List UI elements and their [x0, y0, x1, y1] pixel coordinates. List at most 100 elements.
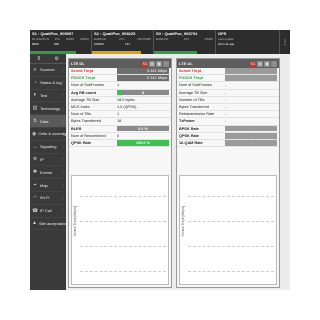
signal-bar — [154, 51, 197, 54]
metric-value: - — [225, 140, 277, 146]
item-menu-icon[interactable]: ⋮ — [61, 170, 65, 175]
metric-row: 16-QAM Rate - — [177, 140, 279, 148]
item-menu-icon[interactable]: ⋮ — [61, 131, 65, 136]
metric-row: Average TB Size 18.0 bytes — [69, 97, 171, 104]
sidebar-item-status-log[interactable]: ◔ Status & log ⋮ — [30, 77, 66, 90]
sidebar-item-cells-coverage[interactable]: ◉ Cells & coverage ⋮ — [30, 128, 69, 141]
session-badge[interactable]: S1 — [250, 60, 256, 67]
grid-line — [188, 271, 274, 272]
metric-label: Number of TBs — [179, 97, 205, 102]
sidebar-item-map[interactable]: ⌖ Map ⋮ — [30, 179, 66, 192]
metric-label: PUSCH Thrpt — [179, 76, 204, 81]
app-window: S1 : QualiPoc_905997 DL EARFCN PCI RSRP … — [30, 30, 290, 290]
chart-icon[interactable]: ▤ — [149, 60, 155, 67]
metric-row: Bytes Transferred 18 — [69, 118, 171, 126]
metric-label: Avg RB count — [71, 90, 96, 95]
cells-icon: ◉ — [32, 130, 37, 137]
session-s1-cell[interactable]: S1 : QualiPoc_905997 DL EARFCN PCI RSRP … — [30, 30, 92, 54]
metric-label: Average TB Size — [71, 97, 100, 102]
sidebar-item-label: IP Call — [40, 208, 52, 214]
panel-header: LTE DL S1 ▤ ▦ ⋮ — [69, 59, 171, 68]
item-menu-icon[interactable]: ⋮ — [61, 119, 65, 124]
table-icon[interactable]: ▦ — [156, 60, 162, 67]
value-label: 8300 — [32, 42, 39, 46]
item-menu-icon[interactable]: ⋮ — [61, 67, 65, 72]
sidebar-item-site-acceptance[interactable]: ▲ Site acceptance ⋮ — [30, 218, 67, 231]
metric-label: Sched Thrpt — [71, 69, 94, 74]
metric-label: Bytes Transferred — [71, 119, 101, 124]
gps-line: Last update — [218, 37, 277, 41]
metric-value-text: 100.0 % — [136, 140, 150, 145]
ipcall-icon: ☎ — [32, 207, 39, 214]
metric-label: Bytes Transferred — [179, 105, 209, 110]
metric-row: Avg RB count 8 — [69, 89, 171, 97]
sidebar-item-scanner[interactable]: ≡ Scanner ⋮ — [30, 64, 66, 77]
more-menu-icon[interactable]: ⋮ — [280, 30, 290, 54]
data-icon: ⇅ — [32, 118, 38, 125]
metric-value: - — [225, 97, 227, 102]
session-values: 8300 408 — [32, 42, 89, 46]
table-icon[interactable]: ▦ — [264, 60, 270, 67]
metric-value: 18 — [117, 119, 122, 124]
metric-row: QPSK Rate - — [177, 132, 279, 140]
throughput-chart: Sched Thrpt [Mbps] — [179, 175, 277, 285]
header-label: EARFCN — [94, 37, 107, 41]
metric-label: Retransmission Rate — [179, 112, 215, 117]
sidebar-item-ip[interactable]: ⊕ IP ⋮ — [30, 154, 66, 167]
session-headers: EARFCN PCI RSRP — [156, 37, 213, 41]
session-title: S1 : QualiPoc_905997 — [32, 31, 74, 36]
session-title: S3 : QualiPoc_906704 — [156, 31, 198, 36]
item-menu-icon[interactable]: ⋮ — [61, 208, 65, 213]
sidebar-item-data[interactable]: ⇅ Data ⋮ — [30, 115, 66, 128]
status-icon: ◔ — [33, 79, 37, 86]
item-menu-icon[interactable]: ⋮ — [61, 144, 65, 149]
sidebar-item-label: Status & log — [40, 80, 62, 86]
item-menu-icon[interactable]: ⋮ — [61, 93, 65, 98]
events-icon: ✱ — [32, 169, 38, 176]
session-badge[interactable]: S1 — [142, 60, 148, 67]
chart-icon[interactable]: ▤ — [257, 60, 263, 67]
item-menu-icon[interactable]: ⋮ — [61, 183, 65, 188]
sidebar-item-ip-call[interactable]: ☎ IP Call ⋮ — [30, 205, 66, 218]
item-menu-icon[interactable]: ⋮ — [61, 157, 65, 162]
test-icon: ⏵ — [33, 92, 37, 99]
metric-label: Sched Thrpt — [179, 69, 202, 74]
item-menu-icon[interactable]: ⋮ — [61, 221, 65, 226]
gps-line: 3min 4s ago — [218, 42, 277, 46]
session-s3-cell[interactable]: S3 : QualiPoc_906704 EARFCN PCI RSRP — [154, 30, 216, 54]
sidebar-item-label: Map — [40, 182, 48, 188]
sidebar-item-events[interactable]: ✱ Events ⋮ — [30, 166, 66, 180]
gps-cell[interactable]: GPS Last update 3min 4s ago — [216, 30, 280, 54]
grid-line — [80, 271, 166, 272]
session-s2-cell[interactable]: S2 : QualiPoc_908225 EARFCN PCI NR RSRP … — [92, 30, 154, 54]
item-menu-icon[interactable]: ⋮ — [61, 195, 65, 200]
metric-row: Sched Thrpt 0.141 Mbps — [69, 68, 171, 76]
item-menu-icon[interactable]: ⋮ — [61, 106, 65, 111]
metric-label: MCS Index — [71, 105, 90, 110]
session-headers: EARFCN PCI NR RSRP — [94, 37, 151, 41]
metric-label: Num of Recombined — [71, 133, 106, 138]
metric-row: QPSK Rate 100.0 % — [69, 140, 171, 148]
metric-value: 8 — [117, 89, 169, 96]
sidebar-item-test[interactable]: ⏵ Test ⋮ — [30, 90, 66, 103]
header-label: PCI — [54, 37, 60, 41]
grid-line — [188, 196, 274, 197]
sidebar-list: ≡ Scanner ⋮ ◔ Status & log ⋮ ⏵ Test ⋮ ▥ Technology… — [30, 64, 69, 231]
grid-line — [80, 246, 166, 247]
metric-row: PUSCH Thrpt - — [177, 75, 279, 83]
gps-update-value: 3min 4s ago — [218, 42, 235, 46]
sidebar-item-wi-fi[interactable]: ◠ Wi-Fi ⋮ — [30, 192, 66, 205]
sidebar-item-signaling[interactable]: ↔ Signaling ⋮ — [30, 141, 66, 154]
metric-row: Num of SubFrames - — [177, 82, 279, 90]
pin-icon[interactable]: ⊼ — [37, 56, 41, 62]
item-menu-icon[interactable]: ⋮ — [61, 80, 65, 85]
grid-line — [188, 246, 274, 247]
kebab-icon[interactable]: ⋮ — [271, 60, 277, 67]
sidebar-item-label: Wi-Fi — [40, 195, 50, 201]
settings-icon[interactable]: ⚙ — [55, 56, 59, 62]
kebab-icon[interactable]: ⋮ — [163, 60, 169, 67]
metric-value: - — [225, 132, 277, 139]
sidebar-item-technology[interactable]: ▥ Technology ⋮ — [30, 102, 66, 116]
session-headers: DL EARFCN PCI RSRP RSRQ — [32, 37, 89, 41]
sidebar-item-label: Signaling — [40, 144, 57, 150]
